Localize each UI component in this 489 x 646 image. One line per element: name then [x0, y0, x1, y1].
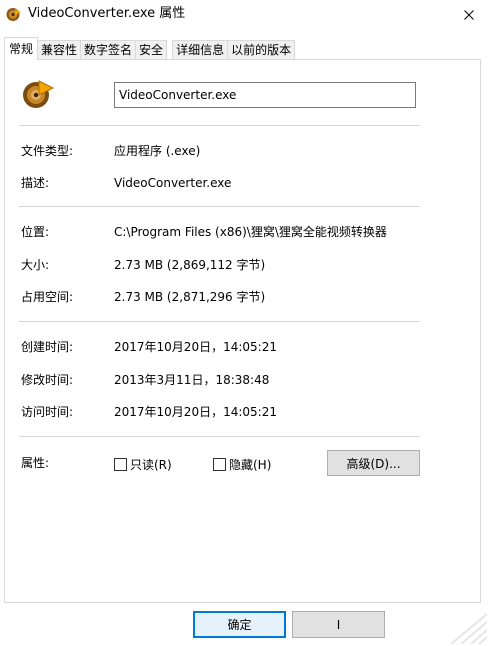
created-label: 创建时间:: [21, 340, 74, 354]
location-label: 位置:: [21, 225, 50, 239]
accessed-label: 访问时间:: [21, 405, 74, 419]
separator: [19, 436, 420, 437]
properties-dialog: VideoConverter.exe 属性 常规 兼容性 数字签名 安全 详细信…: [0, 0, 489, 646]
readonly-checkbox-box[interactable]: [114, 458, 127, 471]
window-title: VideoConverter.exe 属性: [28, 6, 186, 21]
close-button[interactable]: [449, 0, 489, 30]
accessed-value: 2017年10月20日，14:05:21: [114, 405, 277, 419]
separator: [19, 321, 420, 322]
hidden-checkbox-label: 隐藏(H): [229, 458, 272, 472]
cancel-button[interactable]: I: [292, 611, 385, 638]
created-value: 2017年10月20日，14:05:21: [114, 340, 277, 354]
tab-details[interactable]: 详细信息: [172, 40, 229, 60]
advanced-button[interactable]: 高级(D)...: [327, 450, 420, 476]
description-label: 描述:: [21, 176, 50, 190]
size-label: 大小:: [21, 258, 50, 272]
tab-strip: 常规 兼容性 数字签名 安全 详细信息 以前的版本: [4, 37, 296, 60]
tab-previous-versions[interactable]: 以前的版本: [227, 40, 296, 60]
video-converter-app-icon: [6, 8, 21, 21]
file-type-value: 应用程序 (.exe): [114, 144, 201, 158]
close-icon: [464, 10, 474, 20]
modified-label: 修改时间:: [21, 373, 74, 387]
size-value: 2.73 MB (2,869,112 字节): [114, 258, 266, 272]
resize-grip-icon: [450, 613, 487, 644]
hidden-checkbox[interactable]: 隐藏(H): [213, 456, 271, 473]
title-bar[interactable]: VideoConverter.exe 属性: [0, 0, 489, 30]
tab-general[interactable]: 常规: [4, 37, 39, 60]
tab-security[interactable]: 安全: [135, 40, 168, 60]
size-on-disk-label: 占用空间:: [21, 290, 74, 304]
location-value: C:\Program Files (x86)\狸窝\狸窝全能视频转换器: [114, 225, 387, 239]
hidden-checkbox-box[interactable]: [213, 458, 226, 471]
readonly-checkbox[interactable]: 只读(R): [114, 456, 172, 473]
attributes-label: 属性:: [21, 456, 50, 470]
filename-input[interactable]: [114, 82, 416, 108]
separator: [19, 125, 420, 126]
size-on-disk-value: 2.73 MB (2,871,296 字节): [114, 290, 266, 304]
file-type-label: 文件类型:: [21, 144, 74, 158]
video-converter-file-icon: [23, 80, 55, 108]
modified-value: 2013年3月11日，18:38:48: [114, 373, 270, 387]
ok-button[interactable]: 确定: [193, 611, 286, 638]
description-value: VideoConverter.exe: [114, 176, 232, 190]
general-panel: 文件类型: 应用程序 (.exe) 描述: VideoConverter.exe…: [4, 59, 481, 603]
separator: [19, 206, 420, 207]
readonly-checkbox-label: 只读(R): [130, 458, 172, 472]
tab-compatibility[interactable]: 兼容性: [37, 40, 82, 60]
tab-digital-signatures[interactable]: 数字签名: [80, 40, 137, 60]
